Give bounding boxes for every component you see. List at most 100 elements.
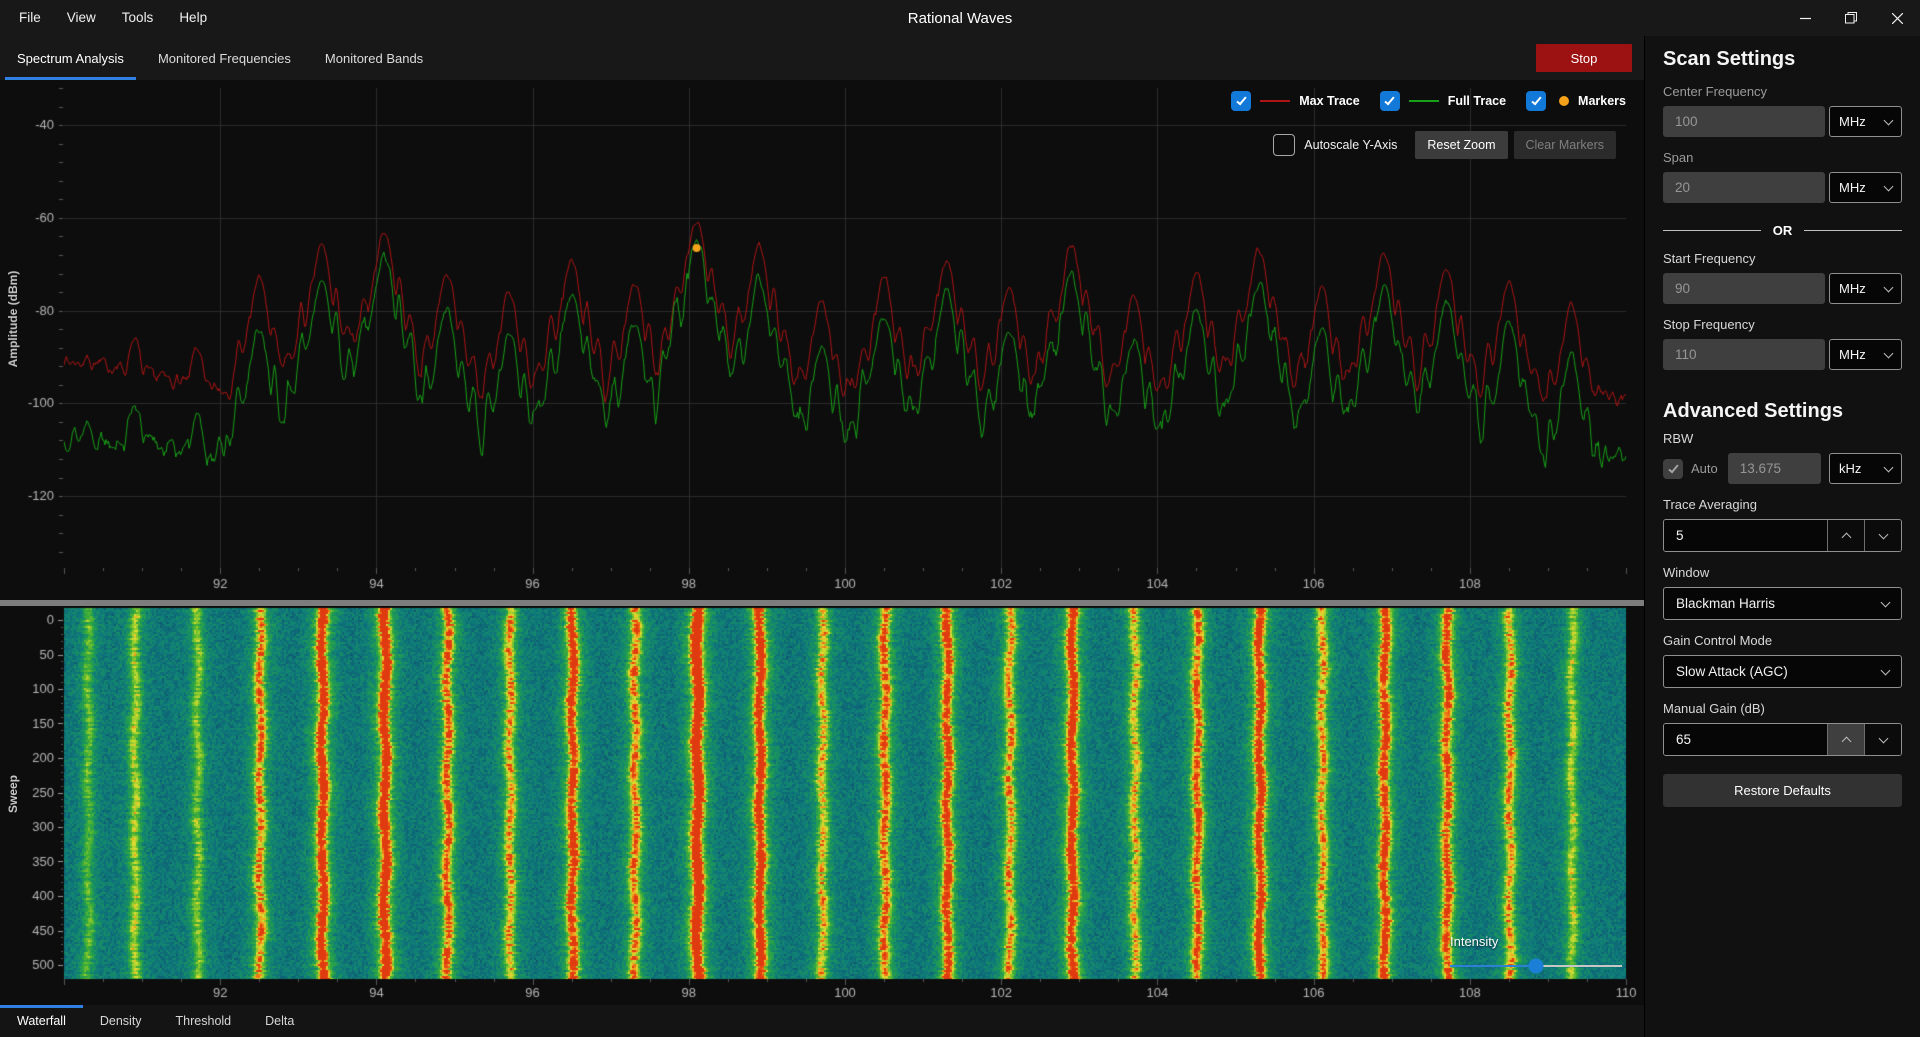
restore-icon bbox=[1845, 12, 1857, 24]
menu-tools[interactable]: Tools bbox=[109, 0, 167, 36]
tab-monitored-bands[interactable]: Monitored Bands bbox=[308, 36, 440, 80]
tab-density[interactable]: Density bbox=[83, 1005, 159, 1037]
start-frequency-label: Start Frequency bbox=[1663, 251, 1902, 266]
main-row: Spectrum Analysis Monitored Frequencies … bbox=[0, 36, 1920, 1037]
tab-bar: Spectrum Analysis Monitored Frequencies … bbox=[0, 36, 1644, 80]
menu-file[interactable]: File bbox=[6, 0, 54, 36]
manual-gain-increment-button[interactable] bbox=[1827, 724, 1864, 755]
manual-gain-input[interactable] bbox=[1664, 724, 1827, 755]
sweep-axis-label: Sweep bbox=[6, 775, 20, 813]
trace-averaging-decrement-button[interactable] bbox=[1864, 520, 1901, 551]
restore-button[interactable] bbox=[1828, 0, 1874, 36]
full-trace-swatch bbox=[1409, 100, 1439, 102]
trace-averaging-label: Trace Averaging bbox=[1663, 497, 1902, 512]
rbw-unit-select[interactable]: kHz bbox=[1829, 453, 1902, 484]
clear-markers-button[interactable]: Clear Markers bbox=[1514, 131, 1617, 159]
span-input[interactable] bbox=[1663, 172, 1825, 203]
tab-spectrum-analysis[interactable]: Spectrum Analysis bbox=[0, 36, 141, 80]
autoscale-checkbox[interactable] bbox=[1273, 134, 1295, 156]
intensity-slider[interactable] bbox=[1450, 965, 1622, 967]
full-trace-checkbox[interactable] bbox=[1380, 91, 1400, 111]
scan-settings-sidebar: Scan Settings Center Frequency MHz Span … bbox=[1644, 36, 1920, 1037]
intensity-slider-thumb[interactable] bbox=[1529, 959, 1544, 974]
chevron-down-icon bbox=[1878, 529, 1888, 539]
stop-frequency-input[interactable] bbox=[1663, 339, 1825, 370]
minimize-button[interactable] bbox=[1782, 0, 1828, 36]
tab-delta[interactable]: Delta bbox=[248, 1005, 311, 1037]
check-icon bbox=[1531, 95, 1541, 106]
menu-bar: File View Tools Help bbox=[0, 0, 220, 36]
chevron-down-icon bbox=[1884, 181, 1894, 191]
check-icon bbox=[1236, 95, 1246, 106]
trace-averaging-stepper bbox=[1663, 519, 1902, 552]
menu-help[interactable]: Help bbox=[166, 0, 220, 36]
title-bar: File View Tools Help Rational Waves bbox=[0, 0, 1920, 36]
intensity-label: Intensity bbox=[1450, 934, 1626, 949]
span-unit-select[interactable]: MHz bbox=[1829, 172, 1902, 203]
full-trace-label: Full Trace bbox=[1448, 94, 1506, 108]
markers-checkbox[interactable] bbox=[1526, 91, 1546, 111]
manual-gain-stepper bbox=[1663, 723, 1902, 756]
chart-controls: Autoscale Y-Axis Reset Zoom Clear Marker… bbox=[1273, 131, 1616, 159]
menu-view[interactable]: View bbox=[54, 0, 109, 36]
restore-defaults-button[interactable]: Restore Defaults bbox=[1663, 774, 1902, 807]
unit-value: kHz bbox=[1839, 461, 1861, 476]
waterfall-tab-bar: Waterfall Density Threshold Delta bbox=[0, 1005, 1644, 1037]
chevron-down-icon bbox=[1884, 282, 1894, 292]
intensity-control: Intensity bbox=[1450, 934, 1626, 967]
minimize-icon bbox=[1800, 13, 1811, 24]
trace-averaging-input[interactable] bbox=[1664, 520, 1827, 551]
stop-frequency-unit-select[interactable]: MHz bbox=[1829, 339, 1902, 370]
center-frequency-unit-select[interactable]: MHz bbox=[1829, 106, 1902, 137]
autoscale-label: Autoscale Y-Axis bbox=[1304, 138, 1397, 152]
unit-value: MHz bbox=[1839, 180, 1866, 195]
gain-control-mode-select[interactable]: Slow Attack (AGC) bbox=[1663, 655, 1902, 688]
markers-swatch bbox=[1559, 96, 1569, 106]
start-frequency-unit-select[interactable]: MHz bbox=[1829, 273, 1902, 304]
gain-control-mode-label: Gain Control Mode bbox=[1663, 633, 1902, 648]
span-label: Span bbox=[1663, 150, 1902, 165]
reset-zoom-button[interactable]: Reset Zoom bbox=[1415, 131, 1507, 159]
trace-legend: Max Trace Full Trace Markers bbox=[1231, 91, 1630, 111]
trace-averaging-increment-button[interactable] bbox=[1827, 520, 1864, 551]
tab-monitored-frequencies[interactable]: Monitored Frequencies bbox=[141, 36, 308, 80]
chevron-down-icon bbox=[1884, 115, 1894, 125]
stop-frequency-label: Stop Frequency bbox=[1663, 317, 1902, 332]
unit-value: MHz bbox=[1839, 281, 1866, 296]
rbw-auto-checkbox[interactable] bbox=[1663, 459, 1683, 479]
close-icon bbox=[1892, 13, 1903, 24]
center-frequency-input[interactable] bbox=[1663, 106, 1825, 137]
amplitude-axis-label: Amplitude (dBm) bbox=[6, 271, 20, 368]
chevron-up-icon bbox=[1841, 532, 1851, 542]
app-window: File View Tools Help Rational Waves bbox=[0, 0, 1920, 1037]
max-trace-checkbox[interactable] bbox=[1231, 91, 1251, 111]
check-icon bbox=[1385, 95, 1395, 106]
window-select[interactable]: Blackman Harris bbox=[1663, 587, 1902, 620]
rbw-auto-label: Auto bbox=[1691, 461, 1718, 476]
tab-threshold[interactable]: Threshold bbox=[159, 1005, 249, 1037]
rbw-input[interactable] bbox=[1728, 453, 1821, 484]
spectrum-panel: Amplitude (dBm) Max Trace Full Trace Mar… bbox=[0, 80, 1644, 600]
unit-value: MHz bbox=[1839, 114, 1866, 129]
window-controls bbox=[1782, 0, 1920, 36]
close-button[interactable] bbox=[1874, 0, 1920, 36]
manual-gain-decrement-button[interactable] bbox=[1864, 724, 1901, 755]
markers-label: Markers bbox=[1578, 94, 1626, 108]
chevron-down-icon bbox=[1878, 733, 1888, 743]
gain-control-mode-value: Slow Attack (AGC) bbox=[1676, 664, 1788, 679]
or-divider: OR bbox=[1663, 223, 1902, 238]
chevron-down-icon bbox=[1884, 462, 1894, 472]
divider-line bbox=[1804, 230, 1902, 231]
chevron-down-icon bbox=[1881, 597, 1891, 607]
divider-line bbox=[1663, 230, 1761, 231]
waterfall-canvas[interactable] bbox=[0, 606, 1644, 1005]
stop-button[interactable]: Stop bbox=[1536, 44, 1632, 72]
start-frequency-input[interactable] bbox=[1663, 273, 1825, 304]
check-icon bbox=[1668, 462, 1678, 473]
advanced-settings-title: Advanced Settings bbox=[1663, 400, 1902, 423]
tab-waterfall[interactable]: Waterfall bbox=[0, 1005, 83, 1037]
unit-value: MHz bbox=[1839, 347, 1866, 362]
chevron-down-icon bbox=[1884, 348, 1894, 358]
center-frequency-label: Center Frequency bbox=[1663, 84, 1902, 99]
manual-gain-label: Manual Gain (dB) bbox=[1663, 701, 1902, 716]
